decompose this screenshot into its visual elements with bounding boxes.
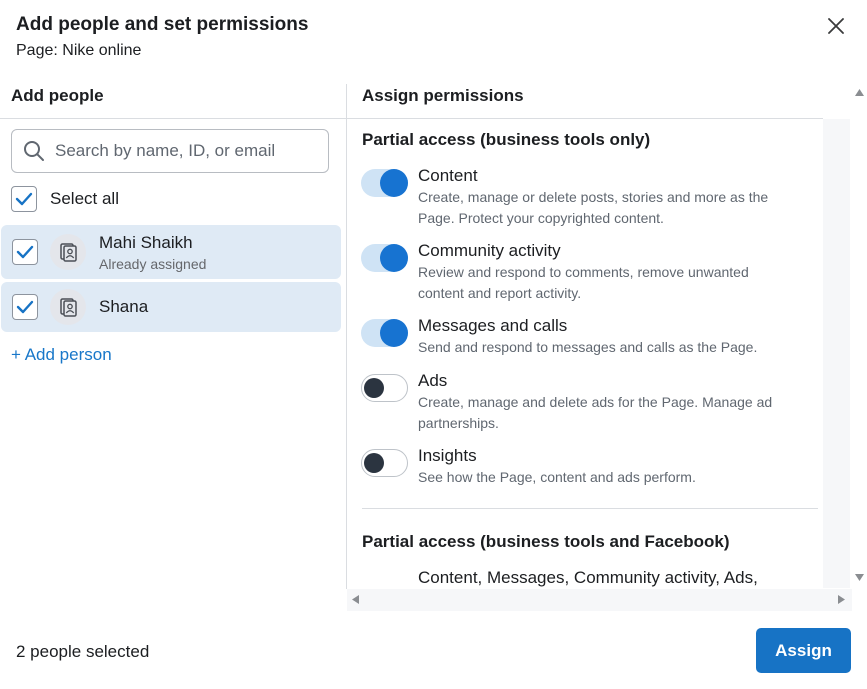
vertical-scrollbar[interactable] (852, 84, 867, 589)
column-divider (346, 84, 347, 589)
avatar-icon (60, 298, 77, 317)
ads-toggle[interactable] (361, 374, 408, 402)
selection-count: 2 people selected (16, 642, 150, 661)
select-all-label: Select all (50, 189, 119, 208)
inner-scroll-gutter (823, 119, 850, 588)
section-title-business-tools: Partial access (business tools only) (362, 130, 651, 149)
community-activity-toggle[interactable] (361, 244, 408, 272)
permission-title: Insights (418, 446, 477, 465)
checkmark-icon (16, 245, 34, 259)
avatar (50, 289, 86, 325)
permission-ads: Ads Create, manage and delete ads for th… (361, 371, 811, 433)
scroll-down-icon[interactable] (854, 573, 865, 582)
content-toggle[interactable] (361, 169, 408, 197)
permission-title: Messages and calls (418, 316, 568, 335)
scroll-left-icon[interactable] (351, 594, 360, 605)
permission-description: Create, manage or delete posts, stories … (418, 189, 769, 205)
add-person-link[interactable]: + Add person (11, 345, 112, 365)
person-status: Already assigned (99, 255, 207, 272)
checkmark-icon (15, 192, 33, 206)
permission-title: Content (418, 166, 478, 185)
person-name: Mahi Shaikh (99, 232, 193, 252)
scroll-right-icon[interactable] (837, 594, 846, 605)
dialog-subtitle: Page: Nike online (16, 42, 142, 59)
permission-description: Review and respond to comments, remove u… (418, 264, 749, 280)
avatar (50, 234, 86, 270)
section-title-business-tools-facebook: Partial access (business tools and Faceb… (362, 532, 730, 551)
right-divider (347, 118, 823, 119)
insights-toggle[interactable] (361, 449, 408, 477)
assign-button[interactable]: Assign (756, 628, 851, 673)
permission-community-activity: Community activity Review and respond to… (361, 241, 811, 303)
permission-description: partnerships. (418, 415, 499, 431)
permission-title: Community activity (418, 241, 561, 260)
permission-description: Create, manage and delete ads for the Pa… (418, 394, 773, 410)
section2-description: Content, Messages, Community activity, A… (418, 568, 758, 587)
person-checkbox[interactable] (12, 294, 38, 320)
search-icon (23, 140, 45, 162)
messages-calls-toggle[interactable] (361, 319, 408, 347)
person-row-shana[interactable]: Shana (1, 282, 341, 332)
permission-description: Send and respond to messages and calls a… (418, 339, 758, 355)
select-all-box[interactable] (11, 186, 37, 212)
assign-permissions-heading: Assign permissions (362, 86, 524, 105)
scroll-up-icon[interactable] (854, 88, 865, 97)
select-all-checkbox[interactable]: Select all (11, 186, 119, 212)
checkmark-icon (16, 300, 34, 314)
search-box[interactable] (11, 129, 329, 173)
search-input[interactable] (55, 141, 315, 161)
permission-description: See how the Page, content and ads perfor… (418, 469, 696, 485)
close-button[interactable] (822, 12, 850, 40)
person-row-mahi-shaikh[interactable]: Mahi Shaikh Already assigned (1, 225, 341, 279)
permission-description: content and report activity. (418, 285, 582, 301)
person-checkbox[interactable] (12, 239, 38, 265)
add-people-heading: Add people (11, 86, 104, 105)
person-name: Shana (99, 297, 149, 316)
section-divider (362, 508, 818, 509)
horizontal-scrollbar[interactable] (347, 589, 852, 611)
permission-content: Content Create, manage or delete posts, … (361, 166, 811, 228)
dialog-title: Add people and set permissions (16, 14, 309, 35)
permission-description: Page. Protect your copyrighted content. (418, 210, 664, 226)
permission-title: Ads (418, 371, 448, 390)
left-divider (0, 118, 347, 119)
permission-messages-calls: Messages and calls Send and respond to m… (361, 316, 811, 357)
avatar-icon (60, 243, 77, 262)
permission-insights: Insights See how the Page, content and a… (361, 446, 811, 487)
close-icon (828, 18, 844, 34)
